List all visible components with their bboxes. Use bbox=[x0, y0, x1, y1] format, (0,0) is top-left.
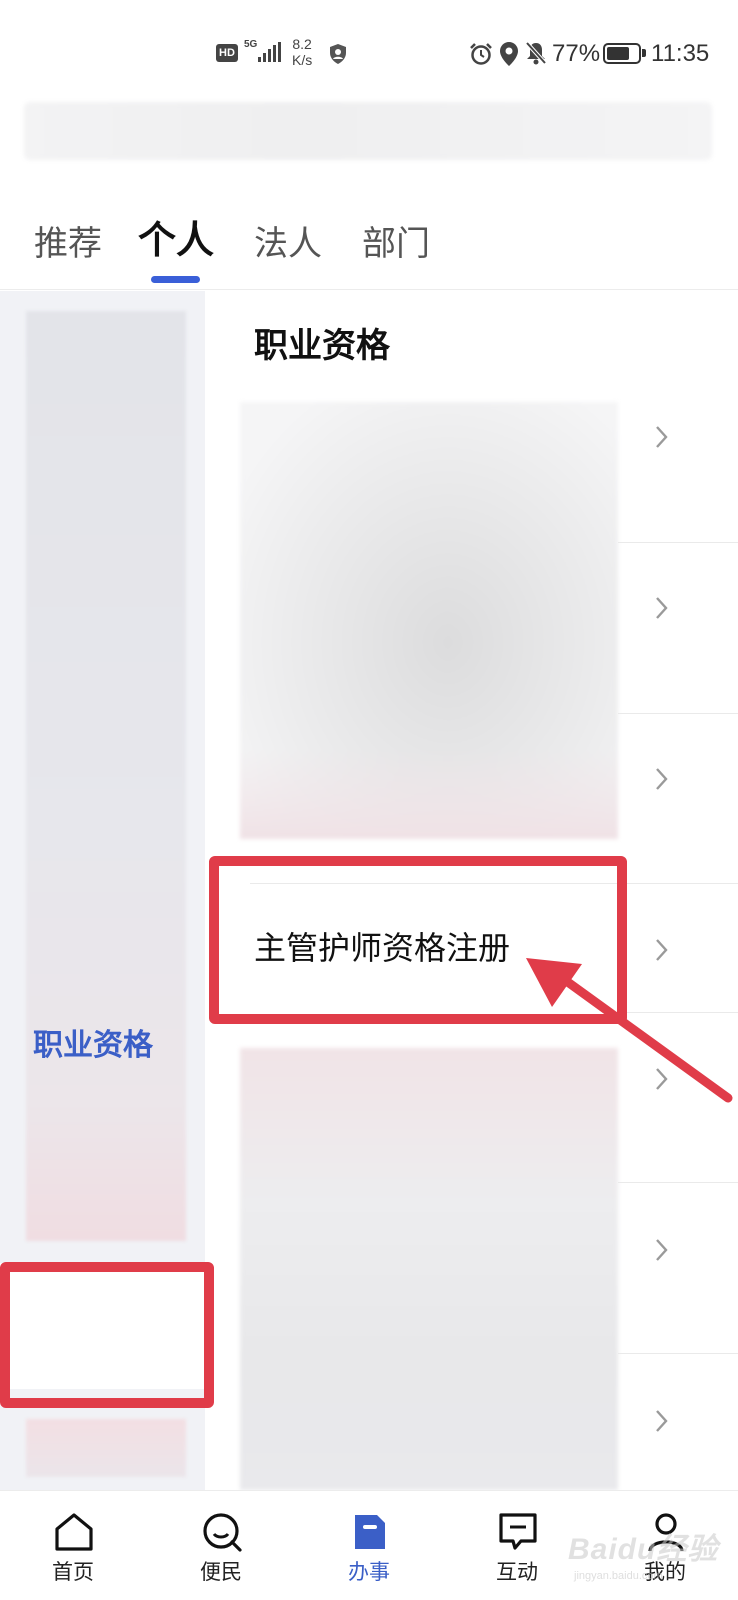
sidebar-items-blurred[interactable] bbox=[26, 311, 186, 1241]
tab-department[interactable]: 部门 bbox=[362, 224, 430, 264]
message-icon bbox=[497, 1511, 539, 1553]
nav-item-home[interactable]: 首页 bbox=[13, 1491, 133, 1600]
network-type-label: 5G bbox=[244, 39, 258, 50]
sidebar-item-blurred[interactable] bbox=[26, 1419, 186, 1477]
sidebar-item-label[interactable]: 职业资格 bbox=[33, 1028, 153, 1064]
speed-value: 8.2 bbox=[292, 36, 312, 52]
nav-label: 互动 bbox=[496, 1560, 538, 1584]
chevron-right-icon[interactable] bbox=[654, 1408, 670, 1434]
category-tabs: 推荐 个人 法人 部门 bbox=[0, 200, 738, 290]
battery-level-fill bbox=[607, 47, 629, 60]
tab-active-indicator bbox=[151, 276, 200, 283]
signal-icon bbox=[258, 42, 282, 62]
row-divider bbox=[618, 1182, 738, 1183]
chat-search-icon bbox=[201, 1511, 243, 1553]
location-icon bbox=[499, 41, 519, 67]
watermark-brand: Baidu经验 bbox=[568, 1533, 719, 1566]
chevron-right-icon[interactable] bbox=[654, 595, 670, 621]
chevron-right-icon[interactable] bbox=[654, 1237, 670, 1263]
highlight-box-sidebar-item bbox=[0, 1262, 214, 1408]
battery-percent: 77% bbox=[552, 40, 601, 67]
row-divider bbox=[618, 1353, 738, 1354]
network-speed: 8.2 K/s bbox=[292, 36, 312, 68]
annotation-arrow-icon bbox=[520, 955, 738, 1105]
service-items-blurred-top[interactable] bbox=[240, 402, 618, 839]
watermark: Baidu经验 jingyan.baidu.com bbox=[560, 1524, 730, 1590]
alarm-icon bbox=[469, 42, 493, 66]
clock: 11:35 bbox=[651, 40, 710, 67]
nav-label: 办事 bbox=[348, 1560, 390, 1584]
row-divider bbox=[618, 713, 738, 714]
home-icon bbox=[53, 1511, 95, 1553]
shield-icon bbox=[328, 43, 348, 65]
battery-icon bbox=[603, 43, 646, 64]
watermark-url: jingyan.baidu.com bbox=[574, 1570, 663, 1582]
status-bar: HD 5G 8.2 K/s 77% 11:35 bbox=[0, 0, 738, 92]
document-icon bbox=[349, 1511, 391, 1553]
tab-legal-person[interactable]: 法人 bbox=[254, 224, 322, 264]
nav-label: 便民 bbox=[200, 1560, 242, 1584]
mute-bell-icon bbox=[525, 41, 547, 65]
service-items-blurred-bottom[interactable] bbox=[240, 1048, 618, 1490]
chevron-right-icon[interactable] bbox=[654, 766, 670, 792]
nav-item-convenience[interactable]: 便民 bbox=[161, 1491, 281, 1600]
tab-personal[interactable]: 个人 bbox=[138, 220, 214, 260]
row-divider bbox=[618, 542, 738, 543]
hd-icon: HD bbox=[216, 44, 238, 62]
nav-item-interaction[interactable]: 互动 bbox=[457, 1491, 577, 1600]
nav-label: 首页 bbox=[52, 1560, 94, 1584]
nav-item-services[interactable]: 办事 bbox=[309, 1491, 429, 1600]
tab-recommend[interactable]: 推荐 bbox=[34, 224, 102, 264]
chevron-right-icon[interactable] bbox=[654, 424, 670, 450]
speed-unit: K/s bbox=[292, 52, 313, 68]
section-title: 职业资格 bbox=[254, 326, 390, 366]
search-bar-blurred[interactable] bbox=[24, 102, 712, 160]
